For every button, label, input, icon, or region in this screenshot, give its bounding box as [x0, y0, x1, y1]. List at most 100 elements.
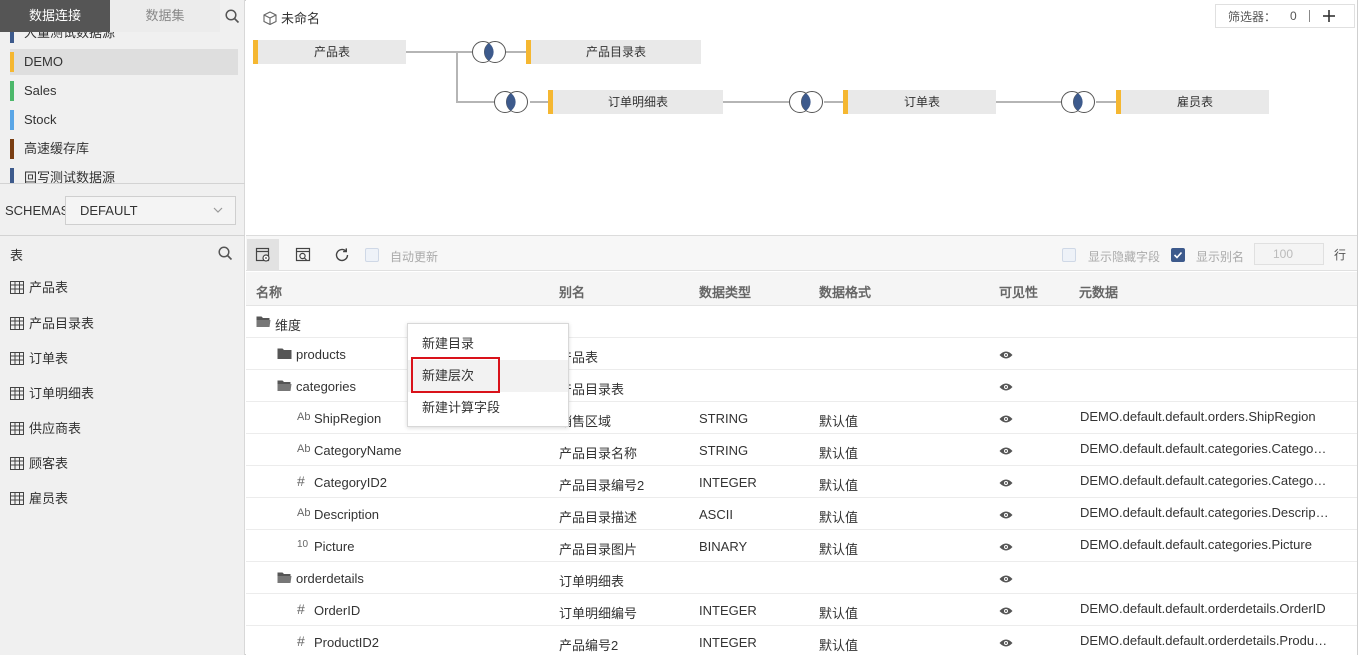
model-title[interactable]: 未命名: [263, 8, 320, 27]
datasource-label: 回写测试数据源: [24, 170, 116, 183]
field-type[interactable]: ASCII: [699, 507, 733, 522]
column-header-type[interactable]: 数据类型: [699, 282, 751, 301]
datasource-item-cache[interactable]: 高速缓存库: [10, 136, 238, 162]
divider: [0, 235, 245, 236]
preview-button[interactable]: [287, 239, 319, 271]
visibility-eye-icon[interactable]: [999, 574, 1013, 584]
menu-item-new-calculated-field[interactable]: 新建计算字段: [408, 392, 568, 424]
table-node[interactable]: 雇员表: [1116, 90, 1269, 114]
visibility-eye-icon[interactable]: [999, 446, 1013, 456]
table-node-label: 产品目录表: [585, 45, 646, 59]
datasource-item-demo[interactable]: DEMO: [10, 49, 238, 75]
tab-data-connection[interactable]: 数据连接: [0, 0, 110, 32]
datasource-item-sales[interactable]: Sales: [10, 78, 238, 104]
field-alias[interactable]: 订单明细编号: [559, 603, 637, 622]
tree-row-alias: 订单明细表: [559, 574, 625, 589]
field-type[interactable]: STRING: [699, 411, 748, 426]
field-type[interactable]: INTEGER: [699, 635, 757, 650]
visibility-eye-icon[interactable]: [999, 478, 1013, 488]
field-row[interactable]: # OrderID 订单明细编号 INTEGER 默认值 DEMO.defaul…: [246, 594, 1357, 626]
field-format[interactable]: 默认值: [819, 635, 858, 654]
visibility-eye-icon[interactable]: [999, 414, 1013, 424]
datasource-item-stock[interactable]: Stock: [10, 107, 238, 133]
tree-row-folder[interactable]: orderdetails 订单明细表: [246, 562, 1357, 594]
table-item[interactable]: 产品表: [10, 278, 68, 298]
field-alias[interactable]: 产品目录名称: [559, 443, 637, 462]
table-label: 顾客表: [29, 456, 69, 471]
field-alias[interactable]: 产品编号2: [559, 635, 618, 654]
field-type[interactable]: STRING: [699, 443, 748, 458]
column-header-alias[interactable]: 别名: [559, 282, 585, 301]
column-header-visibility[interactable]: 可见性: [999, 282, 1038, 301]
field-alias[interactable]: 产品目录图片: [559, 539, 637, 558]
table-node[interactable]: 产品表: [253, 40, 406, 64]
chevron-down-icon: [213, 207, 223, 213]
inner-join-icon[interactable]: [493, 90, 529, 114]
column-header-name[interactable]: 名称: [256, 282, 282, 301]
field-name: OrderID: [314, 603, 361, 618]
inner-join-icon[interactable]: [788, 90, 824, 114]
table-label: 产品表: [29, 280, 69, 295]
datasource-item-writeback[interactable]: 回写测试数据源: [10, 165, 238, 183]
table-node[interactable]: 订单明细表: [548, 90, 723, 114]
tab-dataset[interactable]: 数据集: [110, 0, 220, 32]
tree-row-name: categories: [296, 379, 356, 394]
tables-header: 表: [0, 240, 245, 268]
field-alias[interactable]: 产品目录描述: [559, 507, 637, 526]
field-format[interactable]: 默认值: [819, 443, 858, 462]
auto-update-label: 自动更新: [390, 250, 439, 264]
datasource-item[interactable]: 大量测试数据源: [10, 32, 238, 46]
field-row[interactable]: 10 Picture 产品目录图片 BINARY 默认值 DEMO.defaul…: [246, 530, 1357, 562]
table-item[interactable]: 订单明细表: [10, 384, 94, 404]
table-node[interactable]: 订单表: [843, 90, 996, 114]
field-settings-button[interactable]: [247, 239, 279, 271]
field-row[interactable]: # CategoryID2 产品目录编号2 INTEGER 默认值 DEMO.d…: [246, 466, 1357, 498]
auto-update-checkbox[interactable]: [365, 248, 379, 262]
datasource-label: 大量测试数据源: [24, 32, 116, 40]
inner-join-icon[interactable]: [1060, 90, 1096, 114]
visibility-eye-icon[interactable]: [999, 350, 1013, 360]
divider: [0, 183, 245, 184]
table-node[interactable]: 产品目录表: [526, 40, 701, 64]
menu-item-new-folder[interactable]: 新建目录: [408, 328, 568, 360]
field-alias[interactable]: 产品目录编号2: [559, 475, 644, 494]
field-format[interactable]: 默认值: [819, 603, 858, 622]
schemas-select[interactable]: DEFAULT: [65, 196, 236, 225]
visibility-eye-icon[interactable]: [999, 638, 1013, 648]
field-type[interactable]: INTEGER: [699, 475, 757, 490]
refresh-button[interactable]: [326, 239, 358, 271]
datasource-search-icon[interactable]: [220, 0, 245, 32]
field-type[interactable]: BINARY: [699, 539, 747, 554]
column-header-format[interactable]: 数据格式: [819, 282, 871, 301]
field-row[interactable]: Ab CategoryName 产品目录名称 STRING 默认值 DEMO.d…: [246, 434, 1357, 466]
visibility-eye-icon[interactable]: [999, 542, 1013, 552]
table-item[interactable]: 订单表: [10, 349, 68, 369]
inner-join-icon[interactable]: [471, 40, 507, 64]
visibility-eye-icon[interactable]: [999, 382, 1013, 392]
field-format[interactable]: 默认值: [819, 475, 858, 494]
show-hidden-fields-checkbox[interactable]: [1062, 248, 1076, 262]
table-item[interactable]: 雇员表: [10, 489, 68, 509]
field-type[interactable]: INTEGER: [699, 603, 757, 618]
refresh-icon: [335, 248, 349, 262]
table-item[interactable]: 顾客表: [10, 454, 68, 474]
field-row[interactable]: Ab Description 产品目录描述 ASCII 默认值 DEMO.def…: [246, 498, 1357, 530]
datasource-list: 大量测试数据源 DEMO Sales Stock 高速缓存库 回写测试数据源: [0, 32, 245, 183]
visibility-eye-icon[interactable]: [999, 510, 1013, 520]
table-node-label: 雇员表: [1176, 95, 1213, 109]
table-icon: [10, 387, 24, 400]
field-row[interactable]: # ProductID2 产品编号2 INTEGER 默认值 DEMO.defa…: [246, 626, 1357, 655]
column-header-metadata[interactable]: 元数据: [1079, 282, 1118, 301]
left-tabs: 数据连接 数据集: [0, 0, 245, 32]
table-item[interactable]: 产品目录表: [10, 314, 94, 334]
add-filter-icon[interactable]: [1322, 9, 1336, 23]
field-format[interactable]: 默认值: [819, 507, 858, 526]
table-search-icon[interactable]: [218, 246, 233, 264]
field-format[interactable]: 默认值: [819, 539, 858, 558]
table-node-label: 订单表: [903, 95, 940, 109]
show-alias-checkbox[interactable]: [1171, 248, 1185, 262]
rows-input[interactable]: [1254, 243, 1324, 265]
table-item[interactable]: 供应商表: [10, 419, 81, 439]
visibility-eye-icon[interactable]: [999, 606, 1013, 616]
field-format[interactable]: 默认值: [819, 411, 858, 430]
